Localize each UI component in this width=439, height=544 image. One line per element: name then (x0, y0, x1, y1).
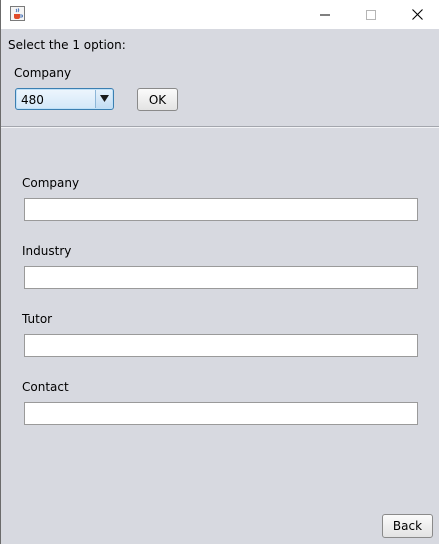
contact-field[interactable] (24, 402, 418, 425)
tutor-field-label: Tutor (22, 312, 53, 326)
minimize-icon (320, 14, 330, 15)
combo-dropdown-button[interactable] (95, 90, 112, 108)
company-field-label: Company (22, 176, 80, 190)
selection-panel: Select the 1 option: Company 480 OK (1, 29, 439, 126)
industry-field-label: Industry (22, 244, 72, 258)
title-bar (1, 0, 439, 29)
tutor-field[interactable] (24, 334, 418, 357)
panel-separator (1, 126, 439, 127)
company-field[interactable] (24, 198, 418, 221)
maximize-icon (366, 9, 376, 20)
industry-field[interactable] (24, 266, 418, 289)
close-icon (411, 9, 423, 20)
back-button[interactable]: Back (382, 514, 433, 538)
maximize-button[interactable] (348, 0, 394, 29)
app-window: Select the 1 option: Company 480 OK Comp… (0, 0, 439, 544)
selection-prompt: Select the 1 option: (8, 38, 126, 52)
minimize-button[interactable] (302, 0, 348, 29)
company-select-label: Company (14, 66, 72, 80)
contact-field-label: Contact (22, 380, 69, 394)
company-combo-box[interactable]: 480 (15, 88, 114, 110)
java-cup-icon (10, 6, 25, 21)
chevron-down-icon (99, 95, 109, 102)
combo-selected-value: 480 (21, 93, 44, 107)
ok-button[interactable]: OK (137, 88, 178, 111)
close-button[interactable] (394, 0, 439, 29)
